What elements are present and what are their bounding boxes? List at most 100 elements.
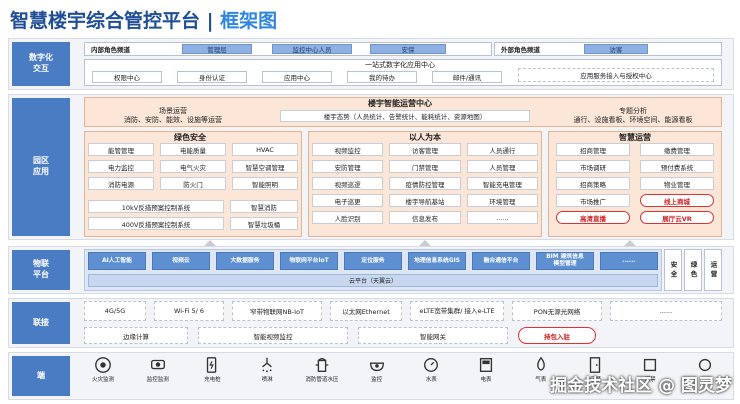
- connect-elte[interactable]: eLTE宽带集群/ 接入e-LTE: [410, 301, 504, 321]
- device-item: 监控监测: [139, 356, 177, 396]
- iot-services: AI人工智能 视频云 大数据服务 物联网平台IoT 定位服务 地理信息系统GIS…: [88, 252, 658, 270]
- green-cell[interactable]: 智慧空调管理: [232, 160, 298, 173]
- device-item: 消防管道水压: [303, 356, 341, 396]
- green-cell[interactable]: 电力监控: [88, 160, 154, 173]
- bag-checkin-highlight[interactable]: 持包入驻: [518, 327, 596, 344]
- smart-cell[interactable]: 缴费管理: [640, 143, 714, 156]
- smart-cell[interactable]: 预付费系统: [640, 160, 714, 173]
- green-cell[interactable]: 智能照明: [232, 177, 298, 190]
- iot-service-bim[interactable]: BIM 建筑信息 模型管理: [536, 252, 594, 270]
- connect-nbiot[interactable]: 窄带物联网NB-IoT: [232, 301, 322, 321]
- connect-ethernet[interactable]: 以太网Ethernet: [330, 301, 402, 321]
- portal-item-permission[interactable]: 权限中心: [92, 71, 162, 83]
- ops-scene-desc: 消防、安防、能效、设施等运营: [124, 116, 222, 124]
- green-cell[interactable]: 400V反措预案控制系统: [88, 217, 224, 230]
- green-cell[interactable]: 电气火灾: [160, 160, 226, 173]
- people-grid: 视频监控 访客管理 人员通行 安防管理 门禁管理 人员管理 视频巡逻 疫情防控管…: [312, 143, 538, 224]
- cloud-vr-highlight[interactable]: 展厅云VR: [640, 211, 714, 224]
- connect-smart-gateway[interactable]: 智能网关: [358, 327, 508, 344]
- portal-item-mail[interactable]: 邮件/通讯: [432, 71, 502, 83]
- connect-row-2: 边缘计算 智能视频监控 智能网关 持包入驻: [84, 327, 722, 344]
- people-cell[interactable]: 人脸识别: [312, 211, 384, 224]
- fire-hydrant-icon: [315, 358, 329, 372]
- hd-live-highlight[interactable]: 高清直播: [556, 211, 630, 224]
- iot-service-gis[interactable]: 地理信息系统GIS: [408, 252, 466, 270]
- iot-service-comm[interactable]: 融合通信平台: [472, 252, 530, 270]
- role-admin-button[interactable]: 管理层: [182, 44, 252, 54]
- people-cell[interactable]: 智能充电管理: [466, 177, 538, 190]
- people-cell[interactable]: 楼宇导航基站: [389, 194, 461, 207]
- electric-meter-icon: [479, 358, 493, 372]
- charging-pile-icon: [207, 357, 217, 373]
- green-cell[interactable]: 智慧垃圾桶: [230, 217, 298, 230]
- green-cell[interactable]: 防火门: [160, 177, 226, 190]
- portal-auth-center[interactable]: 应用服务接入与授权中心: [518, 68, 714, 82]
- people-cell[interactable]: 电子巡更: [312, 194, 384, 207]
- connect-4g5g[interactable]: 4G/5G: [84, 301, 146, 321]
- green-cell[interactable]: 能管管理: [88, 143, 154, 156]
- connect-pon[interactable]: PON无源光网络: [512, 301, 602, 321]
- smart-cell[interactable]: 物业管理: [640, 177, 714, 190]
- connect-smart-video[interactable]: 智能视频监控: [198, 327, 348, 344]
- device-item: 水表: [412, 356, 450, 396]
- cloud-platform-bar: 云平台（天翼云）: [88, 274, 658, 287]
- pillar-security: 安全: [664, 249, 682, 291]
- connect-more[interactable]: ......: [610, 301, 722, 321]
- people-cell[interactable]: 人员通行: [466, 143, 538, 156]
- people-cell[interactable]: 疫情防控管理: [389, 177, 461, 190]
- role-visitor-button[interactable]: 访客: [584, 44, 648, 54]
- people-cell[interactable]: 安防管理: [312, 160, 384, 173]
- people-cell[interactable]: 视频监控: [312, 143, 384, 156]
- layer-label-iot: 物联 平台: [12, 250, 70, 290]
- iot-service-location[interactable]: 定位服务: [344, 252, 402, 270]
- smart-cell[interactable]: 市场调研: [556, 160, 630, 173]
- portal-items: 权限中心 身份认证 应用中心 我的待办 邮件/通讯: [92, 71, 502, 83]
- online-mall-highlight[interactable]: 线上商城: [640, 194, 714, 207]
- dome-camera-icon: [369, 362, 384, 372]
- smart-ops-title: 智慧运营: [619, 133, 651, 142]
- ops-situation-box[interactable]: 楼宇态势（人员统计、告警统计、能耗统计、资源地图）: [280, 110, 530, 122]
- layer-label-edge: 端: [12, 356, 70, 396]
- connect-edge-computing[interactable]: 边缘计算: [84, 327, 188, 344]
- people-cell[interactable]: 环境管理: [466, 194, 538, 207]
- portal-item-apps[interactable]: 应用中心: [262, 71, 332, 83]
- smart-cell[interactable]: 招商管理: [556, 143, 630, 156]
- green-cell[interactable]: 10kV反措预案控制系统: [88, 200, 224, 213]
- role-monitor-button[interactable]: 监控中心人员: [272, 44, 352, 54]
- green-cell[interactable]: 智慧消防: [230, 200, 298, 213]
- green-cell[interactable]: 电能质量: [160, 143, 226, 156]
- green-safety-title: 绿色安全: [174, 133, 206, 142]
- iot-service-more[interactable]: ......: [600, 252, 658, 270]
- portal-item-auth[interactable]: 身份认证: [177, 71, 247, 83]
- people-first-title: 以人为本: [409, 133, 441, 142]
- device-item: 监控: [358, 356, 396, 396]
- green-cell[interactable]: HVAC: [232, 143, 298, 156]
- people-cell[interactable]: 人员管理: [466, 160, 538, 173]
- green-wide-grid: 10kV反措预案控制系统 智慧消防 400V反措预案控制系统 智慧垃圾桶: [88, 200, 298, 230]
- connect-wifi[interactable]: Wi-Fi 5/ 6: [154, 301, 224, 321]
- device-item: 喷淋: [248, 356, 286, 396]
- smart-cell[interactable]: 市场推广: [556, 194, 630, 207]
- green-cell[interactable]: 消防电源: [88, 177, 154, 190]
- iot-service-video-cloud[interactable]: 视频云: [152, 252, 210, 270]
- people-cell[interactable]: 视频巡逻: [312, 177, 384, 190]
- device-item: 火灾监测: [84, 356, 122, 396]
- smart-cell[interactable]: 招商策略: [556, 177, 630, 190]
- watermark: 掘金技术社区 @ 图灵梦: [550, 376, 732, 396]
- external-channel-label: 外部角色频道: [501, 46, 540, 54]
- iot-service-ai[interactable]: AI人工智能: [88, 252, 146, 270]
- portal-item-todo[interactable]: 我的待办: [347, 71, 417, 83]
- ops-center-title: 楼宇智能运营中心: [368, 99, 432, 108]
- layer-label-digital: 数字化 交互: [12, 42, 70, 86]
- ops-analysis-desc: 通行、设施看板、环境空间、能源看板: [573, 116, 693, 124]
- people-cell[interactable]: 信息发布: [389, 211, 461, 224]
- people-cell[interactable]: ......: [466, 211, 538, 224]
- green-grid: 能管管理 电能质量 HVAC 电力监控 电气火灾 智慧空调管理 消防电源 防火门…: [88, 143, 298, 190]
- people-cell[interactable]: 访客管理: [389, 143, 461, 156]
- iot-service-bigdata[interactable]: 大数据服务: [216, 252, 274, 270]
- role-security-button[interactable]: 安保: [370, 44, 446, 54]
- iot-service-iot[interactable]: 物联网平台IoT: [280, 252, 338, 270]
- fire-alarm-icon: [95, 357, 111, 373]
- connect-row-1: 4G/5G Wi-Fi 5/ 6 窄带物联网NB-IoT 以太网Ethernet…: [84, 301, 722, 321]
- people-cell[interactable]: 门禁管理: [389, 160, 461, 173]
